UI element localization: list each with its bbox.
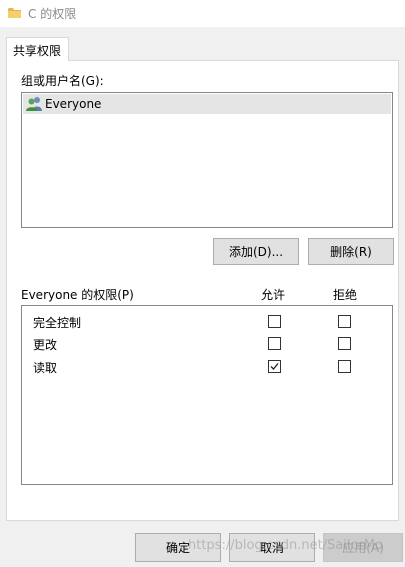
permissions-label: Everyone 的权限(P) — [21, 288, 134, 302]
permission-read: 读取 — [33, 361, 58, 375]
group-users-label: 组或用户名(G): — [21, 74, 104, 88]
change-allow-checkbox[interactable] — [268, 337, 281, 350]
permission-change: 更改 — [33, 338, 58, 352]
cancel-button[interactable]: 取消 — [229, 533, 315, 562]
allow-header: 允许 — [261, 288, 286, 302]
apply-button[interactable]: 应用(A) — [323, 533, 403, 562]
window-title: C 的权限 — [28, 7, 77, 21]
add-button[interactable]: 添加(D)... — [213, 238, 299, 265]
list-item[interactable]: Everyone — [23, 94, 391, 114]
tab-share-permissions[interactable]: 共享权限 — [6, 37, 69, 61]
deny-header: 拒绝 — [333, 288, 358, 302]
title-bar: C 的权限 — [0, 0, 405, 27]
read-allow-checkbox[interactable] — [268, 360, 281, 373]
change-deny-checkbox[interactable] — [338, 337, 351, 350]
full-control-deny-checkbox[interactable] — [338, 315, 351, 328]
read-deny-checkbox[interactable] — [338, 360, 351, 373]
checkmark-icon — [270, 363, 279, 370]
permission-full-control: 完全控制 — [33, 316, 82, 330]
tab-label: 共享权限 — [13, 44, 62, 58]
user-name: Everyone — [45, 97, 102, 111]
folder-icon — [8, 7, 22, 19]
users-icon — [26, 96, 43, 112]
permissions-listbox: 完全控制 更改 读取 — [21, 305, 393, 485]
remove-button[interactable]: 删除(R) — [308, 238, 394, 265]
ok-button[interactable]: 确定 — [135, 533, 221, 562]
full-control-allow-checkbox[interactable] — [268, 315, 281, 328]
users-listbox[interactable]: Everyone — [21, 92, 393, 228]
